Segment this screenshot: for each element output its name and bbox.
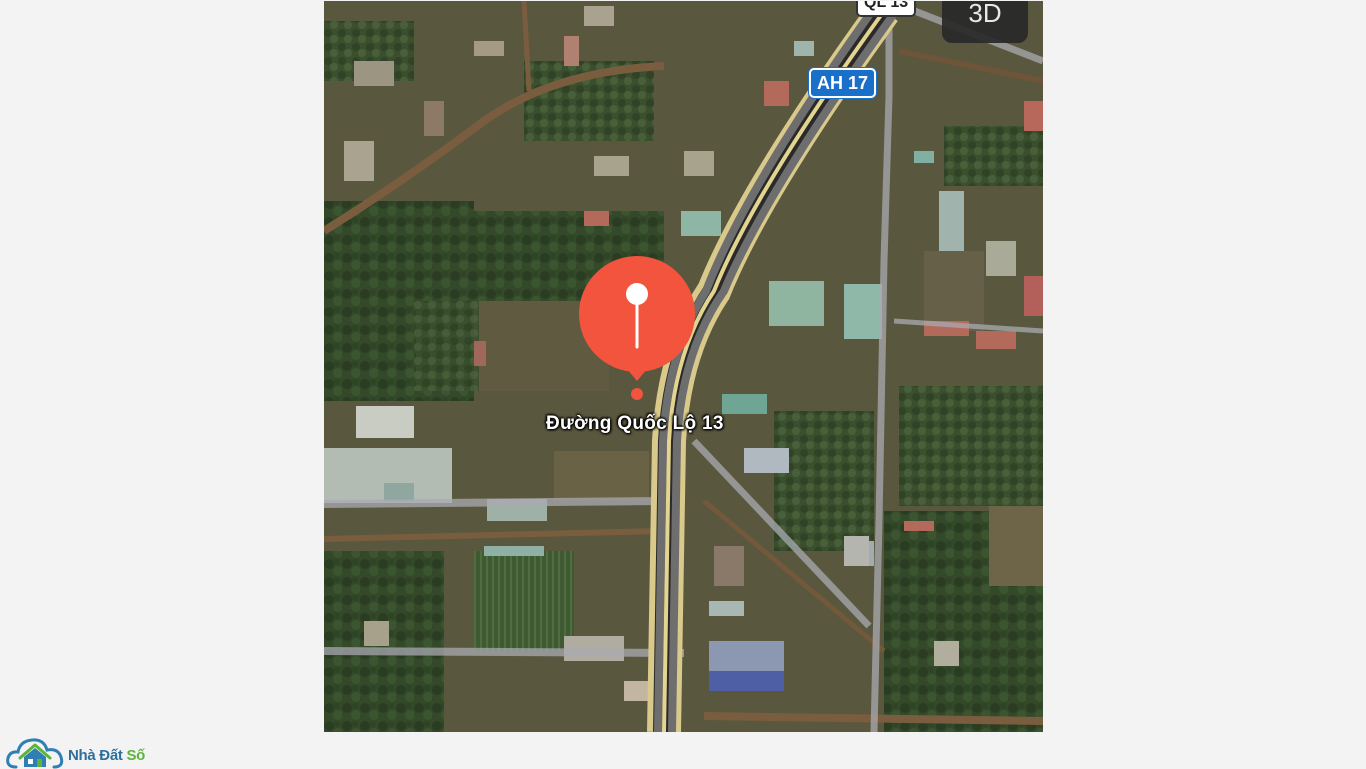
watermark-logo: Nhà Đất Số [6,733,145,768]
brand-part-1: Nhà Đất [68,747,123,764]
watermark-brand: Nhà Đất Số [68,747,145,764]
route-badge-ql13: QL 13 [856,1,917,17]
satellite-imagery [324,1,1043,732]
view-3d-button[interactable]: 3D [942,1,1028,43]
cloud-house-icon [6,737,64,768]
route-badge-ah17: AH 17 [809,68,877,98]
pin-label: Đường Quốc Lộ 13 [546,413,724,434]
brand-part-2: Số [126,747,146,764]
satellite-map[interactable]: Đường Quốc Lộ 13 QL 13 AH 17 3D [324,1,1043,732]
